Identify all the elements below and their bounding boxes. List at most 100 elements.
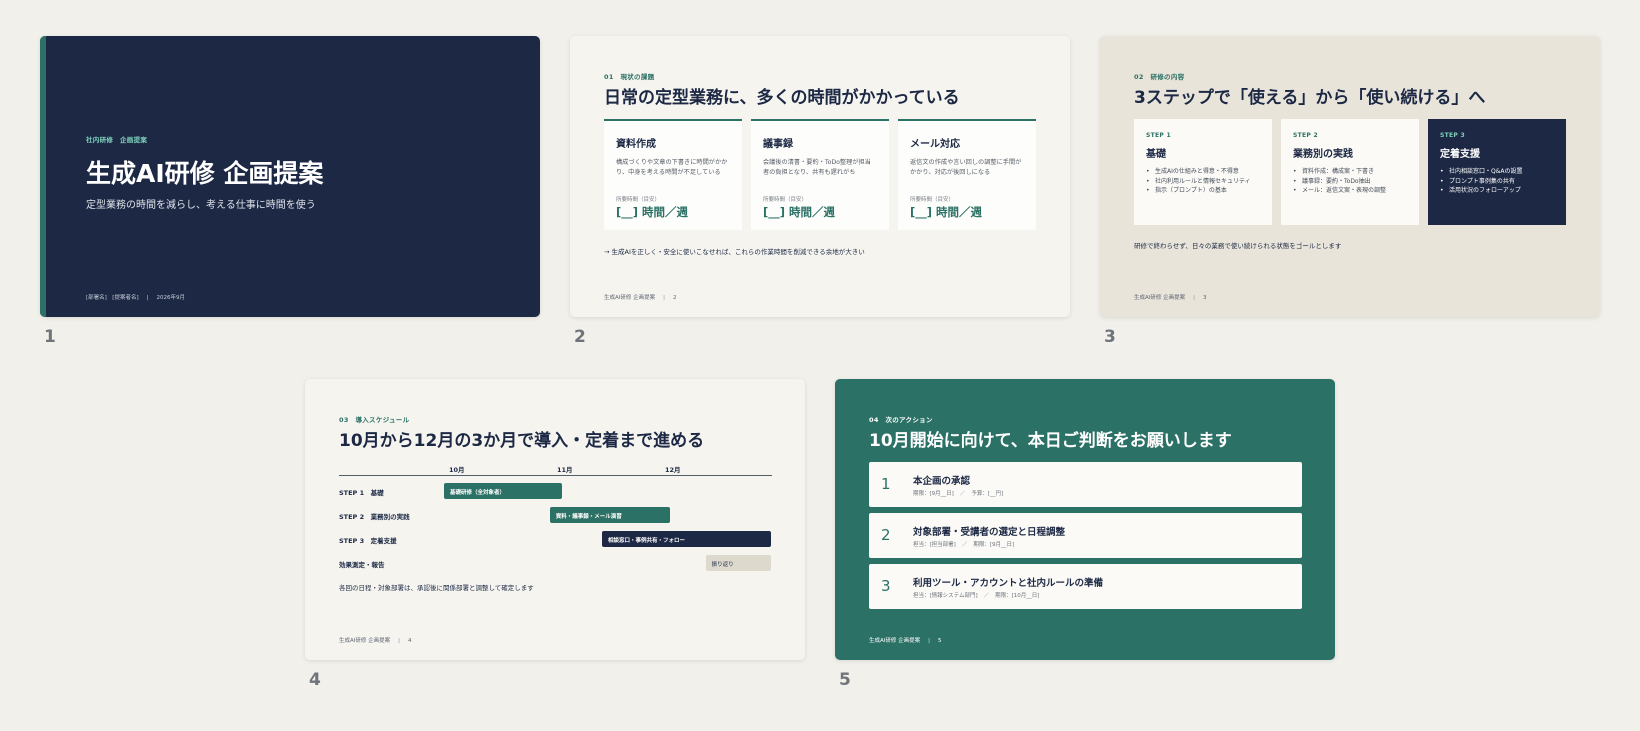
slide-number-2: 2 <box>574 327 586 347</box>
action-title: 対象部署・受講者の選定と日程調整 <box>913 527 1066 538</box>
issue-card: 資料作成 構成づくりや文章の下書きに時間がかかり、中身を考える時間が不足している… <box>604 119 742 230</box>
footer-left: 生成AI研修 企画提案 <box>1134 295 1186 301</box>
slide-thumbnail-1[interactable]: 社内研修 企画提案 生成AI研修 企画提案 定型業務の時間を減らし、考える仕事に… <box>40 36 540 317</box>
action-meta: 担当：[情報システム部門] ／ 期限：[10月__日] <box>913 591 1039 599</box>
gantt-bar: 振り返り <box>705 555 771 571</box>
timeline-axis <box>339 475 772 476</box>
list-item: プロンプト事例集の共有 <box>1440 177 1554 187</box>
list-item: 社内相談窓口・Q&Aの設置 <box>1440 167 1554 177</box>
slide-eyebrow: 02 研修の内容 <box>1134 73 1185 81</box>
action-meta-separator: ／ <box>961 542 968 548</box>
action-meta-separator: ／ <box>983 593 990 599</box>
footer-separator: | <box>663 295 665 301</box>
action-meta-right: 期限：[10月__日] <box>995 593 1040 599</box>
action-number: 3 <box>881 577 891 595</box>
footer-right: 2026年9月 <box>156 295 185 301</box>
gantt-row-label: 効果測定・報告 <box>339 561 385 569</box>
footer-left: [部署名] [提案者名] <box>86 295 139 301</box>
slide-note: → 生成AIを正しく・安全に使いこなせれば、これらの作業時間を削減できる余地が大… <box>604 248 865 256</box>
gantt-row-label: STEP 1 基礎 <box>339 489 384 497</box>
issue-card: メール対応 返信文の作成や言い回しの調整に手間がかかり、対応が後回しになる 所要… <box>898 119 1036 230</box>
step-title: 業務別の実践 <box>1293 149 1353 160</box>
slide-number-5: 5 <box>839 670 851 690</box>
slide-note: 各回の日程・対象部署は、承認後に関係部署と調整して確定します <box>339 584 534 592</box>
slide-title: 日常の定型業務に、多くの時間がかかっている <box>604 88 960 108</box>
footer-separator: | <box>928 638 930 644</box>
step-items: 生成AIの仕組みと得意・不得意 社内利用ルールと情報セキュリティ 指示（プロンプ… <box>1146 167 1260 196</box>
footer-right: 2 <box>673 295 677 301</box>
slide-footer: 生成AI研修 企画提案 | 4 <box>339 636 412 644</box>
card-value: [__] 時間／週 <box>910 205 983 219</box>
action-item: 3 利用ツール・アカウントと社内ルールの準備 担当：[情報システム部門] ／ 期限：… <box>869 564 1302 609</box>
slide-thumbnail-2[interactable]: 01 現状の課題 日常の定型業務に、多くの時間がかかっている 資料作成 構成づく… <box>570 36 1070 317</box>
card-description: 返信文の作成や言い回しの調整に手間がかかり、対応が後回しになる <box>910 159 1022 176</box>
action-meta-right: 期限：[9月__日] <box>973 542 1015 548</box>
slide-thumbnail-3[interactable]: 02 研修の内容 3ステップで「使える」から「使い続ける」へ STEP 1 基礎… <box>1100 36 1600 317</box>
slide-eyebrow: 03 導入スケジュール <box>339 416 410 424</box>
slide-footer: 生成AI研修 企画提案 | 2 <box>604 293 677 301</box>
action-number: 1 <box>881 475 891 493</box>
gantt-bar: 資料・議事録・メール演習 <box>549 507 670 523</box>
action-title: 本企画の承認 <box>913 476 971 487</box>
list-item: 生成AIの仕組みと得意・不得意 <box>1146 167 1260 177</box>
slide-eyebrow: 01 現状の課題 <box>604 73 655 81</box>
step-items: 社内相談窓口・Q&Aの設置 プロンプト事例集の共有 活用状況のフォローアップ <box>1440 167 1554 196</box>
footer-right: 3 <box>1203 295 1207 301</box>
accent-bar <box>40 36 46 317</box>
slide-title: 10月から12月の3か月で導入・定着まで進める <box>339 431 705 451</box>
slide-number-4: 4 <box>309 670 321 690</box>
card-title: 資料作成 <box>616 139 656 150</box>
footer-left: 生成AI研修 企画提案 <box>339 638 391 644</box>
slide-thumbnail-4[interactable]: 03 導入スケジュール 10月から12月の3か月で導入・定着まで進める 10月 … <box>305 379 805 660</box>
footer-left: 生成AI研修 企画提案 <box>869 638 921 644</box>
slide-footer: [部署名] [提案者名] | 2026年9月 <box>86 293 185 301</box>
slide-eyebrow: 04 次のアクション <box>869 416 933 424</box>
footer-right: 4 <box>408 638 412 644</box>
footer-separator: | <box>146 295 149 301</box>
card-description: 会議後の清書・要約・ToDo整理が担当者の負担となり、共有も遅れがち <box>763 159 871 176</box>
footer-left: 生成AI研修 企画提案 <box>604 295 656 301</box>
slide-number-1: 1 <box>44 327 56 347</box>
slide-footer: 生成AI研修 企画提案 | 5 <box>869 636 942 644</box>
slide-number-3: 3 <box>1104 327 1116 347</box>
step-items: 資料作成：構成案・下書き 議事録：要約・ToDo抽出 メール：返信文案・表現の調… <box>1293 167 1407 196</box>
footer-separator: | <box>398 638 400 644</box>
gantt-bar: 基礎研修（全対象者） <box>444 483 562 499</box>
month-header: 12月 <box>665 466 681 474</box>
month-header: 11月 <box>557 466 573 474</box>
gantt-bar: 相談窓口・事例共有・フォロー <box>602 531 771 547</box>
slide-footer: 生成AI研修 企画提案 | 3 <box>1134 293 1207 301</box>
slide-title: 3ステップで「使える」から「使い続ける」へ <box>1134 88 1486 108</box>
issue-card: 議事録 会議後の清書・要約・ToDo整理が担当者の負担となり、共有も遅れがち 所… <box>751 119 889 230</box>
gantt-row-label: STEP 2 業務別の実践 <box>339 513 410 521</box>
card-description: 構成づくりや文章の下書きに時間がかかり、中身を考える時間が不足している <box>616 159 728 176</box>
card-value: [__] 時間／週 <box>763 205 836 219</box>
action-meta: 担当：[担当部署] ／ 期限：[9月__日] <box>913 540 1014 548</box>
action-meta-left: 担当：[担当部署] <box>913 542 956 548</box>
action-meta-separator: ／ <box>959 491 966 497</box>
step-card: STEP 1 基礎 生成AIの仕組みと得意・不得意 社内利用ルールと情報セキュリ… <box>1134 119 1272 225</box>
action-meta: 期限：[9月__日] ／ 予算：[__円] <box>913 489 1003 497</box>
step-label: STEP 2 <box>1293 132 1318 139</box>
footer-right: 5 <box>938 638 942 644</box>
step-title: 定着支援 <box>1440 149 1480 160</box>
card-label: 所要時間（目安） <box>910 197 955 203</box>
step-card: STEP 2 業務別の実践 資料作成：構成案・下書き 議事録：要約・ToDo抽出… <box>1281 119 1419 225</box>
slide-eyebrow: 社内研修 企画提案 <box>86 136 148 144</box>
card-title: 議事録 <box>763 139 793 150</box>
list-item: 議事録：要約・ToDo抽出 <box>1293 177 1407 187</box>
slide-thumbnail-5[interactable]: 04 次のアクション 10月開始に向けて、本日ご判断をお願いします 1 本企画の… <box>835 379 1335 660</box>
card-label: 所要時間（目安） <box>616 197 661 203</box>
step-label: STEP 3 <box>1440 132 1465 139</box>
action-number: 2 <box>881 526 891 544</box>
action-meta-left: 期限：[9月__日] <box>913 491 954 497</box>
slide-title: 10月開始に向けて、本日ご判断をお願いします <box>869 431 1232 451</box>
step-title: 基礎 <box>1146 149 1166 160</box>
slide-note: 研修で終わらせず、日々の業務で使い続けられる状態をゴールとします <box>1134 242 1342 250</box>
card-value: [__] 時間／週 <box>616 205 689 219</box>
action-item: 2 対象部署・受講者の選定と日程調整 担当：[担当部署] ／ 期限：[9月__日] <box>869 513 1302 558</box>
card-label: 所要時間（目安） <box>763 197 808 203</box>
month-header: 10月 <box>449 466 465 474</box>
gantt-row-label: STEP 3 定着支援 <box>339 537 397 545</box>
action-meta-left: 担当：[情報システム部門] <box>913 593 978 599</box>
